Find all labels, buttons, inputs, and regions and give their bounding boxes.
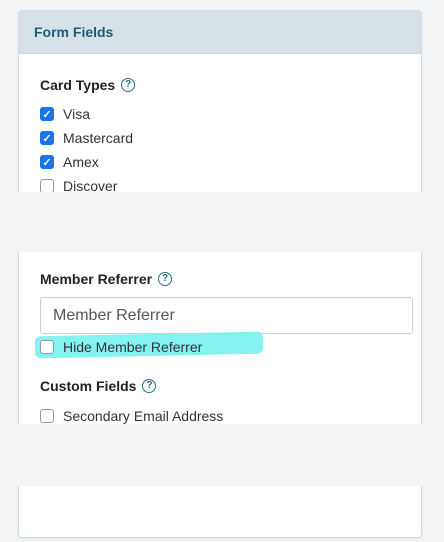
checkbox-label: Visa [63,106,90,122]
question-circle-icon[interactable]: ? [142,379,157,393]
member-referrer-input[interactable] [40,297,413,334]
question-circle-icon[interactable]: ? [158,272,173,286]
member-referrer-heading: Member Referrer ? [40,271,173,287]
checkbox-mastercard[interactable]: ✓ Mastercard [40,130,133,146]
checkbox-icon[interactable]: ✓ [40,131,54,145]
card-types-title: Card Types [40,77,116,93]
torn-edge-divider [0,192,444,252]
checkbox-icon[interactable] [40,340,54,354]
checkbox-label: Mastercard [63,130,134,146]
checkbox-icon[interactable] [40,409,54,423]
checkbox-secondary-email[interactable]: Secondary Email Address [40,408,223,424]
checkbox-icon[interactable] [40,179,54,193]
checkbox-visa[interactable]: ✓ Visa [40,106,90,122]
card-types-heading: Card Types ? [40,77,136,93]
checkbox-label: Secondary Email Address [63,408,224,424]
torn-edge-divider [0,424,444,486]
panel-header: Form Fields [19,11,421,54]
checkbox-icon[interactable]: ✓ [40,107,54,121]
panel-title: Form Fields [34,24,114,40]
question-circle-icon[interactable]: ? [121,78,136,92]
checkbox-label: Amex [63,154,99,170]
custom-fields-heading: Custom Fields ? [40,378,157,394]
checkbox-amex[interactable]: ✓ Amex [40,154,99,170]
checkbox-icon[interactable]: ✓ [40,155,54,169]
custom-fields-title: Custom Fields [40,378,137,394]
checkbox-hide-member-referrer[interactable]: Hide Member Referrer [40,339,202,355]
member-referrer-title: Member Referrer [40,271,153,287]
checkbox-label: Hide Member Referrer [63,339,203,355]
